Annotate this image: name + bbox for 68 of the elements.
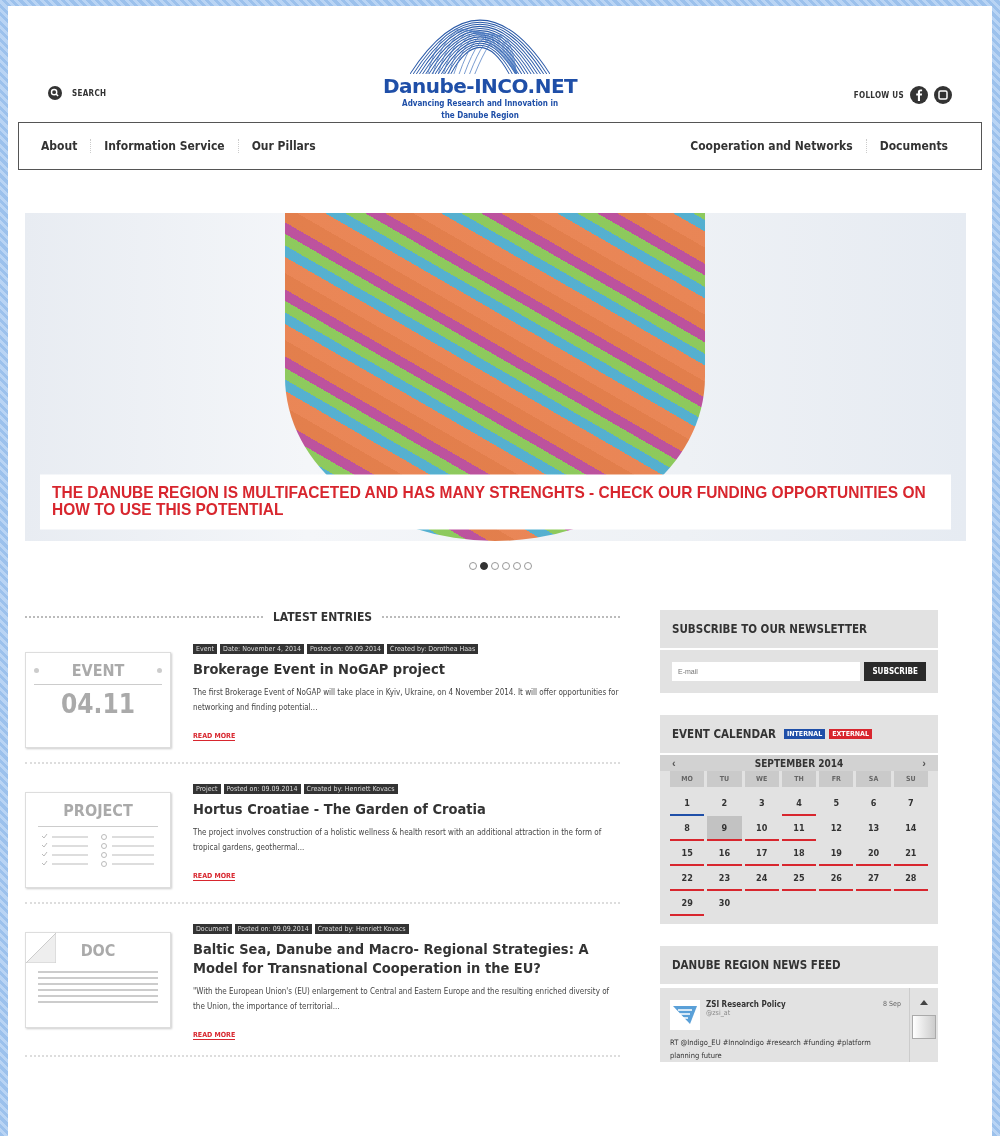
calendar-day[interactable]: 3 — [744, 791, 779, 814]
entry-type-label: PROJECT — [63, 801, 133, 820]
subscribe-button[interactable]: SUBSCRIBE — [864, 662, 926, 681]
calendar-day[interactable]: 30 — [707, 891, 742, 914]
calendar-day[interactable]: 6 — [856, 791, 891, 814]
calendar-day[interactable]: 19 — [819, 841, 854, 864]
calendar-day[interactable]: 14 — [893, 816, 928, 839]
calendar-day[interactable]: 29 — [670, 891, 705, 914]
calendar-day[interactable]: 28 — [893, 866, 928, 889]
section-heading: LATEST ENTRIES — [272, 610, 373, 624]
widget-title: EVENT CALENDAR — [672, 727, 776, 741]
logo-title[interactable]: Danube-INCO.NET — [382, 74, 578, 98]
month-label: SEPTEMBER 2014 — [754, 757, 844, 769]
nav-link[interactable]: Our Pillars — [237, 139, 329, 153]
event-date: 04.11 — [61, 689, 135, 719]
calendar-day[interactable]: 27 — [856, 866, 891, 889]
nav-link[interactable]: Documents — [865, 139, 961, 153]
tweet-author[interactable]: ZSI Research Policy — [706, 1000, 878, 1009]
nav-link[interactable]: Information Service — [90, 139, 238, 153]
hero-caption[interactable]: THE DANUBE REGION IS MULTIFACETED AND HAS MANY STRENGHTS - CHECK OUR FUNDING OPPORTUNITIES ON HOW TO USE THIS POTENTIAL — [40, 474, 951, 530]
calendar-day[interactable]: 21 — [893, 841, 928, 864]
entry-excerpt: "With the European Union's (EU) enlargement to Central and Eastern Europe and the resulting enriched diversity of the Union, the importance of territorial... — [193, 986, 611, 1013]
square-logo-icon[interactable] — [934, 86, 952, 104]
entry-title[interactable]: Brokerage Event in NoGAP project — [193, 660, 620, 679]
calendar-day[interactable]: 16 — [707, 841, 742, 864]
logo-subtitle: Advancing Research and Innovation in the Danube Region — [401, 98, 559, 122]
next-month-button[interactable]: › — [918, 757, 930, 769]
calendar-day[interactable]: 9 — [707, 816, 742, 839]
entry-type-label: DOC — [80, 941, 116, 960]
calendar-day[interactable]: 18 — [781, 841, 817, 864]
calendar-day[interactable]: 4 — [781, 791, 817, 814]
widget-title: SUBSCRIBE TO OUR NEWSLETTER — [660, 610, 938, 650]
entry-excerpt: The first Brokerage Event of NoGAP will take place in Kyiv, Ukraine, on 4 November 2014. It will offer opportunities for networking and finding potential... — [193, 687, 620, 714]
slide-dot[interactable] — [479, 562, 488, 570]
stripes-logo-icon — [670, 1000, 700, 1030]
nav-link[interactable]: About — [19, 139, 91, 153]
calendar-day[interactable]: 10 — [744, 816, 779, 839]
calendar-day[interactable]: 7 — [893, 791, 928, 814]
entry-excerpt: The project involves construction of a holistic wellness & health resort with an additional attraction in the form of tropical gardens, geothermal... — [193, 827, 603, 854]
search-link[interactable]: SEARCH — [72, 88, 107, 98]
folded-corner-icon — [26, 933, 56, 963]
entry-title[interactable]: Baltic Sea, Danube and Macro- Regional Strategies: A Model for Transnational Cooperation in the EU? — [193, 940, 620, 978]
calendar-day[interactable]: 13 — [856, 816, 891, 839]
calendar-day[interactable]: 24 — [744, 866, 779, 889]
previous-month-button[interactable]: ‹ — [668, 757, 680, 769]
calendar-day[interactable]: 22 — [670, 866, 705, 889]
calendar-day[interactable]: 15 — [670, 841, 705, 864]
calendar-day[interactable]: 12 — [819, 816, 854, 839]
follow-us-label: FOLLOW US — [853, 90, 904, 100]
calendar-day[interactable]: 11 — [781, 816, 817, 839]
calendar-day[interactable]: 5 — [819, 791, 854, 814]
calendar-day[interactable]: 20 — [856, 841, 891, 864]
entry-type-label: EVENT — [71, 661, 125, 680]
calendar-day[interactable]: 17 — [744, 841, 779, 864]
calendar-day[interactable]: 8 — [670, 816, 705, 839]
scroll-up-icon[interactable] — [920, 1000, 928, 1005]
calendar-day[interactable]: 26 — [819, 866, 854, 889]
calendar-day[interactable]: 25 — [781, 866, 817, 889]
facebook-icon[interactable] — [910, 86, 928, 104]
arcs-logo-icon — [410, 18, 551, 74]
search-icon[interactable] — [48, 86, 62, 100]
scrollbar[interactable] — [909, 988, 938, 1062]
calendar-day[interactable]: 2 — [707, 791, 742, 814]
nav-link[interactable]: Cooperation and Networks — [668, 139, 866, 153]
widget-title: DANUBE REGION NEWS FEED — [660, 946, 938, 986]
entry-title[interactable]: Hortus Croatiae - The Garden of Croatia — [193, 800, 620, 819]
calendar-day[interactable]: 1 — [670, 791, 705, 814]
calendar-day[interactable]: 23 — [707, 866, 742, 889]
